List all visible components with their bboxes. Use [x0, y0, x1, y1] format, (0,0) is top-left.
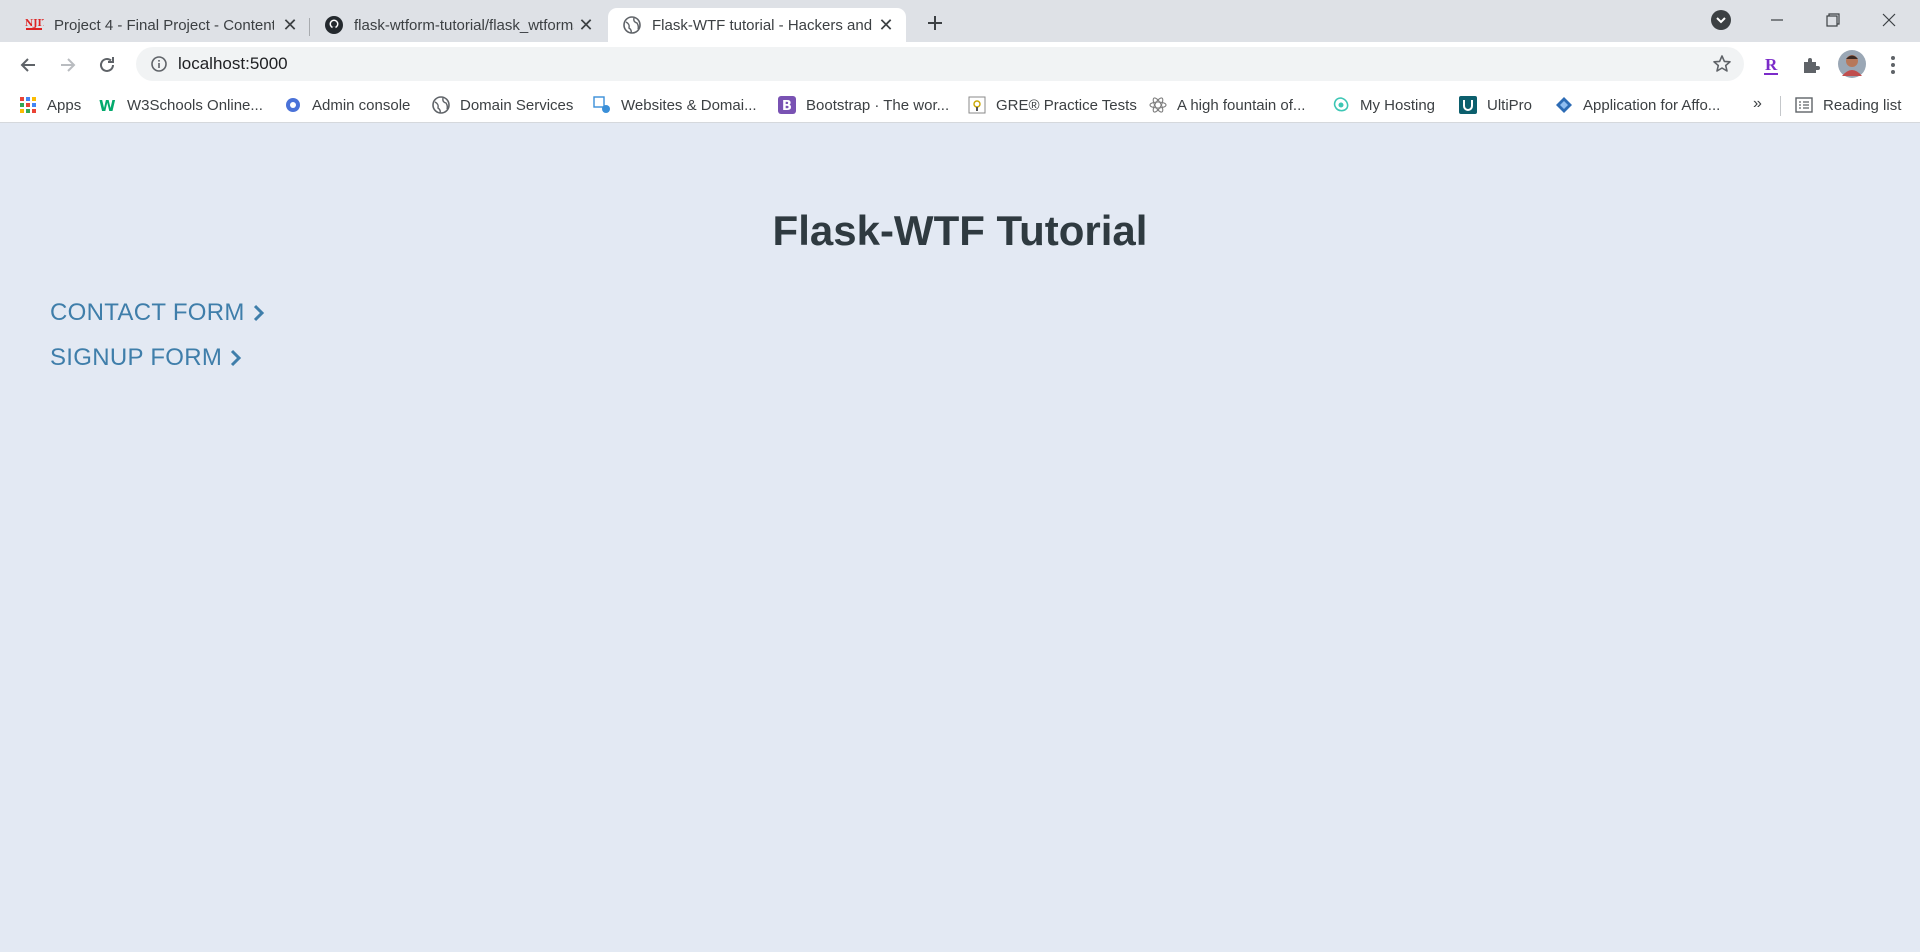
bookmark-label: GRE® Practice Tests: [996, 96, 1137, 114]
restore-button[interactable]: [1805, 0, 1861, 40]
ultipro-icon: [1459, 96, 1477, 114]
reading-list-icon: [1795, 96, 1813, 114]
close-icon[interactable]: ✕: [876, 15, 896, 35]
browser-toolbar: localhost:5000 R: [0, 42, 1920, 88]
njit-icon: NJIT: [24, 15, 44, 35]
bookmark-apps[interactable]: Apps: [19, 95, 81, 115]
minimize-button[interactable]: [1749, 0, 1805, 40]
bookmark-label: Admin console: [312, 96, 411, 114]
signup-form-link[interactable]: SIGNUP FORM: [50, 344, 244, 372]
menu-kebab-icon[interactable]: [1880, 52, 1906, 78]
hosting-icon: [1332, 96, 1350, 114]
signup-form-label: SIGNUP FORM: [50, 344, 223, 371]
bookmark-star-icon[interactable]: [1712, 54, 1732, 74]
close-icon[interactable]: ✕: [280, 15, 300, 35]
bookmark-label: My Hosting: [1360, 96, 1436, 114]
tab-github[interactable]: flask-wtform-tutorial/flask_wtforms ✕: [310, 8, 606, 42]
bookmarks-bar: Apps W W3Schools Online... Admin console…: [0, 88, 1920, 123]
globe-icon: [432, 96, 450, 114]
extension-r-icon[interactable]: R: [1758, 52, 1784, 78]
new-tab-button[interactable]: [922, 10, 948, 36]
tab-flask-wtf[interactable]: Flask-WTF tutorial - Hackers and Slacker…: [608, 8, 906, 42]
gre-icon: [968, 96, 986, 114]
info-icon[interactable]: [150, 55, 168, 73]
page-title: Flask-WTF Tutorial: [772, 207, 1148, 254]
bookmark-label: Application for Affo...: [1583, 96, 1721, 114]
chevron-right-icon: [230, 347, 244, 369]
svg-text:NJIT: NJIT: [25, 19, 44, 29]
chevron-right-icon: [253, 302, 267, 324]
reading-list-button[interactable]: Reading list: [1795, 95, 1901, 115]
address-bar[interactable]: localhost:5000: [136, 47, 1744, 81]
bootstrap-icon: B: [778, 96, 796, 114]
bookmark-my-hosting[interactable]: My Hosting: [1332, 95, 1435, 115]
tab-title: flask-wtform-tutorial/flask_wtforms: [354, 16, 574, 34]
websites-icon: [593, 96, 611, 114]
svg-text:B: B: [782, 99, 792, 114]
tab-search-button[interactable]: [1711, 10, 1731, 30]
bookmark-domain-services[interactable]: Domain Services: [432, 95, 573, 115]
tab-project4[interactable]: NJIT Project 4 - Final Project - Content…: [10, 8, 310, 42]
tab-title: Project 4 - Final Project - Content: [54, 16, 274, 34]
github-icon: [324, 15, 344, 35]
tab-title: Flask-WTF tutorial - Hackers and Slacker…: [652, 16, 872, 34]
bookmarks-overflow-button[interactable]: »: [1753, 95, 1762, 113]
reload-button[interactable]: [92, 50, 122, 80]
back-button[interactable]: [13, 50, 43, 80]
tab-strip: NJIT Project 4 - Final Project - Content…: [0, 0, 1920, 42]
contact-form-link[interactable]: CONTACT FORM: [50, 299, 267, 327]
reading-list-label: Reading list: [1823, 96, 1902, 114]
address-text: localhost:5000: [178, 54, 288, 73]
bookmark-label: Domain Services: [460, 96, 574, 114]
svg-text:W: W: [99, 97, 116, 113]
extensions-puzzle-icon[interactable]: [1798, 52, 1824, 78]
globe-icon: [622, 15, 642, 35]
svg-text:R: R: [1765, 55, 1778, 74]
diamond-icon: [1555, 96, 1573, 114]
admin-gear-icon: [284, 96, 302, 114]
bookmarks-separator: [1780, 96, 1781, 116]
bookmark-label: W3Schools Online...: [127, 96, 263, 114]
forward-button[interactable]: [53, 50, 83, 80]
bookmark-w3schools[interactable]: W W3Schools Online...: [99, 95, 263, 115]
close-window-button[interactable]: [1861, 0, 1917, 40]
bookmark-fountain[interactable]: A high fountain of...: [1149, 95, 1305, 115]
bookmark-label: UltiPro: [1487, 96, 1533, 114]
bookmark-label: Websites & Domai...: [621, 96, 757, 114]
bookmark-admin-console[interactable]: Admin console: [284, 95, 410, 115]
bookmark-label: A high fountain of...: [1177, 96, 1306, 114]
w3schools-icon: W: [99, 96, 117, 114]
bookmark-label: Apps: [47, 96, 82, 114]
bookmark-application[interactable]: Application for Affo...: [1555, 95, 1720, 115]
apps-grid-icon: [19, 96, 37, 114]
bookmark-label: Bootstrap · The wor...: [806, 96, 950, 114]
bookmark-ultipro[interactable]: UltiPro: [1459, 95, 1532, 115]
bookmark-websites-domains[interactable]: Websites & Domai...: [593, 95, 757, 115]
atom-icon: [1149, 96, 1167, 114]
bookmark-bootstrap[interactable]: B Bootstrap · The wor...: [778, 95, 949, 115]
close-icon[interactable]: ✕: [576, 15, 596, 35]
avatar[interactable]: [1838, 50, 1866, 78]
contact-form-label: CONTACT FORM: [50, 299, 245, 326]
bookmark-gre[interactable]: GRE® Practice Tests: [968, 95, 1137, 115]
